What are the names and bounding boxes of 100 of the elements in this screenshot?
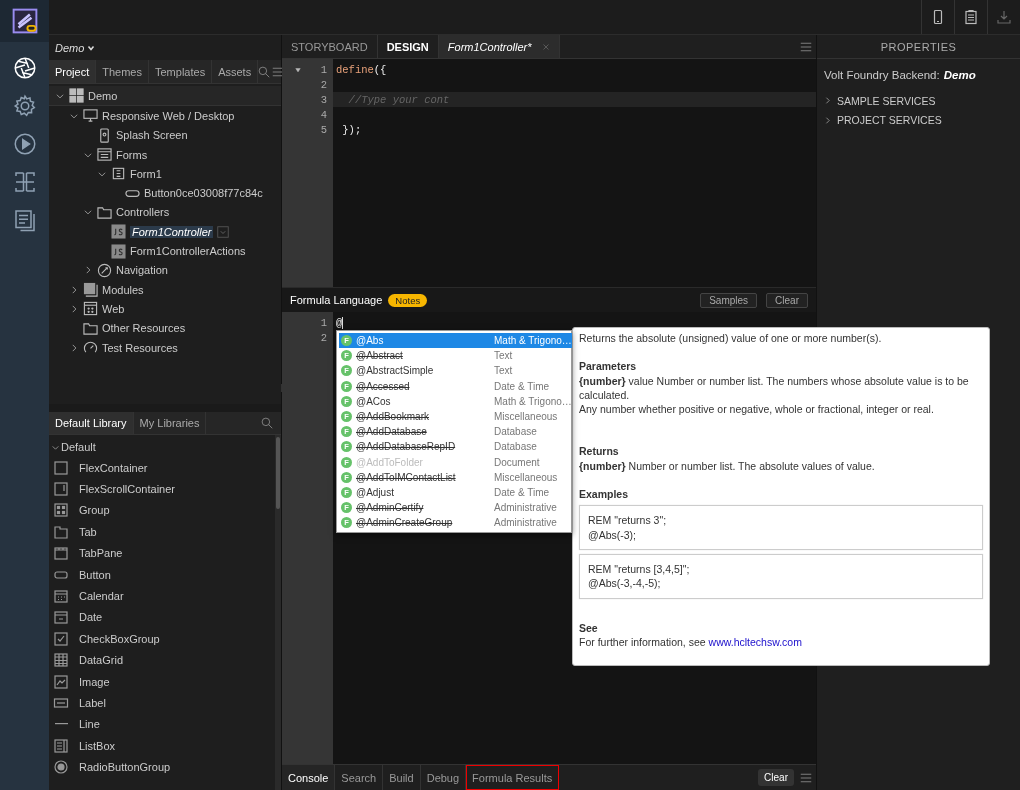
code-line: }); <box>341 123 362 136</box>
tab-pane-icon <box>53 545 69 562</box>
library-item[interactable]: FlexContainer <box>79 461 148 474</box>
paragraph: {number} value Number or number list. The numbers whose absolute value is to be calculated. <box>579 373 970 403</box>
website-link[interactable]: www.hcltechsw.com <box>708 635 802 648</box>
tree-item[interactable]: Form1Controller <box>130 225 214 238</box>
chevron-right-icon[interactable] <box>823 115 832 125</box>
panel-tab[interactable]: Default Library <box>49 412 134 434</box>
notes-badge[interactable]: Notes <box>388 293 428 307</box>
menu-icon[interactable] <box>272 65 285 78</box>
tab-icon <box>53 523 69 540</box>
toolbar-button[interactable]: Clear <box>766 292 808 308</box>
library-item[interactable]: Image <box>79 675 110 688</box>
section-header[interactable]: SAMPLE SERVICES <box>837 94 936 107</box>
editor-tab[interactable]: Form1Controller* <box>438 35 560 58</box>
tree-item[interactable]: Forms <box>116 148 148 161</box>
example-code: REM "returns 3"; @Abs(-3); <box>579 505 983 550</box>
library-item[interactable]: Button <box>79 568 111 581</box>
library-item[interactable]: DataGrid <box>79 654 124 667</box>
caret-icon <box>87 43 96 52</box>
tree-item[interactable]: Controllers <box>116 206 170 219</box>
code-line: define({ <box>336 63 387 76</box>
menu-icon[interactable] <box>800 40 812 53</box>
backend-label: Volt Foundry Backend: <box>824 69 940 81</box>
console-tab[interactable]: Debug <box>420 765 467 790</box>
text-cursor <box>342 316 344 329</box>
chevron-right-icon[interactable] <box>69 284 79 295</box>
menu-icon[interactable] <box>800 771 812 784</box>
scroll-container-icon <box>53 481 69 498</box>
container-icon <box>53 459 69 476</box>
library-item[interactable]: Label <box>79 697 106 709</box>
library-item[interactable]: CheckBoxGroup <box>79 632 160 645</box>
project-selector[interactable]: Demo <box>55 41 85 54</box>
aperture-icon[interactable] <box>12 56 37 80</box>
module-icon <box>83 282 98 298</box>
js-file-icon <box>111 224 126 240</box>
library-item[interactable]: ListBox <box>79 739 116 752</box>
scrollbar-thumb[interactable] <box>276 437 280 509</box>
tree-item[interactable]: Responsive Web / Desktop <box>102 109 235 122</box>
document-icon[interactable] <box>12 208 37 232</box>
editor-tab[interactable]: STORYBOARD <box>282 35 378 58</box>
line-number: 4 <box>320 108 327 121</box>
library-item[interactable]: Line <box>79 718 100 731</box>
settings-icon[interactable] <box>12 94 37 118</box>
console-tab[interactable]: Console <box>282 765 336 790</box>
tree-item[interactable]: Other Resources <box>102 322 186 335</box>
layout-icon[interactable] <box>12 170 37 194</box>
grid-table-icon <box>53 652 69 669</box>
library-item[interactable]: FlexScrollContainer <box>79 483 175 496</box>
section-heading: Returns <box>579 444 620 459</box>
description-text: Returns the absolute (unsigned) value of one or more number(s). <box>579 331 883 346</box>
library-item[interactable]: Tab <box>79 525 97 538</box>
form-icon <box>97 147 112 163</box>
grid-icon <box>69 88 84 104</box>
checkbox-icon <box>53 630 69 647</box>
section-heading: Examples <box>579 487 630 502</box>
date-icon <box>53 609 69 626</box>
tree-item[interactable]: Button0ce03008f77c84c <box>144 187 263 200</box>
line-number: 1 <box>320 63 327 76</box>
editor-tab[interactable]: DESIGN <box>377 35 439 58</box>
tree-item[interactable]: Demo <box>88 89 118 102</box>
library-item[interactable]: Calendar <box>79 590 124 603</box>
tree-item[interactable]: Form1 <box>130 167 162 180</box>
chevron-right-icon[interactable] <box>69 342 79 353</box>
search-icon[interactable] <box>261 417 273 429</box>
panel-tab[interactable]: Project <box>49 60 97 83</box>
chevron-right-icon[interactable] <box>83 265 93 276</box>
line-number: 3 <box>320 93 327 106</box>
list-icon <box>53 737 69 754</box>
library-item[interactable]: RadioButtonGroup <box>79 761 171 774</box>
tree-item[interactable]: Navigation <box>116 264 168 277</box>
chevron-right-icon[interactable] <box>69 303 79 314</box>
clipboard-icon[interactable] <box>963 9 979 25</box>
console-tab[interactable]: Formula Results <box>466 765 560 790</box>
library-group[interactable]: Default <box>61 441 96 453</box>
dropdown-icon <box>217 225 230 238</box>
library-item[interactable]: Group <box>79 504 110 517</box>
tree-item[interactable]: Splash Screen <box>116 129 188 142</box>
app-logo-icon <box>11 8 38 34</box>
clear-button[interactable]: Clear <box>758 769 794 786</box>
tree-item[interactable]: Web <box>102 302 125 315</box>
fold-icon[interactable] <box>294 66 301 73</box>
section-header[interactable]: PROJECT SERVICES <box>837 114 942 127</box>
folder-icon <box>97 204 112 220</box>
toolbar-button[interactable]: Samples <box>700 292 758 308</box>
play-icon[interactable] <box>12 132 37 156</box>
section-heading: Parameters <box>579 359 638 374</box>
folder-icon <box>83 320 98 336</box>
console-tab[interactable]: Build <box>383 765 421 790</box>
library-item[interactable]: Date <box>79 611 103 624</box>
console-tab[interactable]: Search <box>335 765 384 790</box>
chevron-right-icon[interactable] <box>823 96 832 106</box>
tree-item[interactable]: Modules <box>102 283 144 296</box>
library-item[interactable]: TabPane <box>79 547 123 560</box>
tree-item[interactable]: Test Resources <box>102 341 178 354</box>
line-number: 5 <box>320 123 327 136</box>
section-heading: See <box>579 620 599 635</box>
compass-icon <box>97 262 112 278</box>
search-icon[interactable] <box>258 65 271 78</box>
tree-item[interactable]: Form1ControllerActions <box>130 245 246 257</box>
